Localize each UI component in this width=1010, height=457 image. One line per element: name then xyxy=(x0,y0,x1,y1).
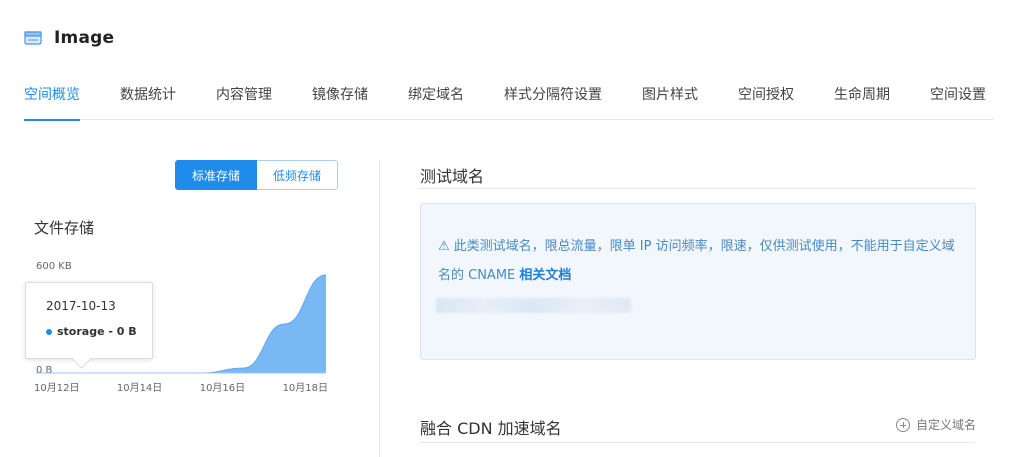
tab-bar: 空间概览 数据统计 内容管理 镜像存储 绑定域名 样式分隔符设置 图片样式 空间… xyxy=(24,84,994,121)
tab-statistics[interactable]: 数据统计 xyxy=(120,84,176,120)
bucket-overview-page: Image 空间概览 数据统计 内容管理 镜像存储 绑定域名 样式分隔符设置 图… xyxy=(0,0,1010,457)
tab-mirror[interactable]: 镜像存储 xyxy=(312,84,368,120)
notice-text: ⚠ 此类测试域名，限总流量，限单 IP 访问频率，限速，仅供测试使用，不能用于自定… xyxy=(438,232,957,290)
x-tick-label: 10月14日 xyxy=(117,382,162,394)
tab-content[interactable]: 内容管理 xyxy=(216,84,272,120)
test-domain-value-blurred[interactable] xyxy=(436,298,631,313)
y-tick-label: 600 KB xyxy=(36,261,72,272)
chart-tooltip: 2017-10-13 storage - 0 B xyxy=(25,282,153,359)
cdn-domain-title: 融合 CDN 加速域名 xyxy=(420,419,562,438)
page-header: Image xyxy=(24,28,114,48)
x-tick-label: 10月18日 xyxy=(283,382,328,394)
warning-icon: ⚠ xyxy=(438,239,450,254)
tooltip-date: 2017-10-13 xyxy=(46,299,116,313)
tab-overview[interactable]: 空间概览 xyxy=(24,84,80,121)
standard-storage-button[interactable]: 标准存储 xyxy=(175,160,257,190)
tab-authorization[interactable]: 空间授权 xyxy=(738,84,794,120)
y-tick-label: 0 B xyxy=(36,365,53,376)
plus-circle-icon xyxy=(895,417,910,432)
custom-domain-label: 自定义域名 xyxy=(915,418,976,432)
storage-type-toggle: 标准存储 低频存储 xyxy=(175,160,338,190)
test-domain-notice: ⚠ 此类测试域名，限总流量，限单 IP 访问频率，限速，仅供测试使用，不能用于自定… xyxy=(420,203,976,360)
bucket-icon xyxy=(24,31,42,45)
custom-domain-button[interactable]: 自定义域名 xyxy=(895,416,976,433)
related-docs-link[interactable]: 相关文档 xyxy=(519,268,571,283)
tab-bind-domain[interactable]: 绑定域名 xyxy=(408,84,464,120)
page-title: Image xyxy=(54,28,115,48)
x-tick-label: 10月12日 xyxy=(34,382,79,394)
tab-lifecycle[interactable]: 生命周期 xyxy=(834,84,890,120)
tooltip-value-row: storage - 0 B xyxy=(46,325,152,338)
tab-style-separator[interactable]: 样式分隔符设置 xyxy=(504,84,602,120)
x-tick-label: 10月16日 xyxy=(200,382,245,394)
cdn-domain-underline xyxy=(420,442,975,443)
test-domain-title: 测试域名 xyxy=(420,167,485,186)
low-freq-storage-button[interactable]: 低频存储 xyxy=(257,160,338,190)
tab-image-style[interactable]: 图片样式 xyxy=(642,84,698,120)
file-storage-label: 文件存储 xyxy=(34,219,95,237)
notice-message: 此类测试域名，限总流量，限单 IP 访问频率，限速，仅供测试使用，不能用于自定义… xyxy=(438,239,955,283)
test-domain-underline xyxy=(420,188,975,189)
tab-settings[interactable]: 空间设置 xyxy=(930,84,986,120)
series-dot-icon xyxy=(46,328,52,335)
tooltip-value: storage - 0 B xyxy=(57,325,137,338)
